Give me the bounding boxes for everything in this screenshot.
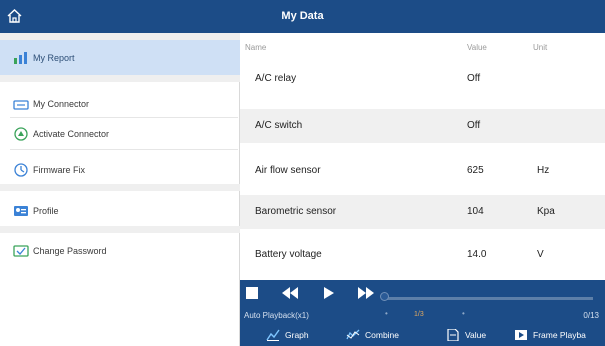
stop-icon[interactable] — [246, 287, 258, 299]
progress-handle[interactable] — [380, 292, 389, 301]
fast-forward-icon[interactable] — [358, 287, 374, 299]
divider — [10, 117, 238, 118]
sidebar-item-label: My Connector — [33, 99, 90, 109]
row-value: Off — [467, 73, 481, 84]
column-header-unit: Unit — [533, 43, 548, 52]
combine-button[interactable]: Combine — [346, 324, 399, 346]
report-icon — [13, 51, 29, 65]
row-value: 104 — [467, 206, 484, 217]
row-name: A/C switch — [255, 120, 303, 131]
frame-counter: 0/13 — [583, 311, 599, 320]
frame-playback-button[interactable]: Frame Playba — [514, 324, 586, 346]
sidebar-item-profile[interactable]: Profile — [0, 201, 240, 221]
row-name: Barometric sensor — [255, 206, 337, 217]
sidebar-item-firmware-fix[interactable]: Firmware Fix — [0, 160, 240, 180]
password-icon — [13, 244, 29, 258]
value-label: Value — [465, 330, 487, 340]
row-value: 14.0 — [467, 249, 487, 260]
page-title: My Data — [281, 10, 324, 22]
table-row[interactable]: Battery voltage 14.0 V — [240, 238, 605, 272]
graph-label: Graph — [285, 330, 309, 340]
value-button[interactable]: Value — [446, 324, 486, 346]
auto-playback-label[interactable]: Auto Playback(x1) — [244, 311, 309, 320]
next-page-indicator[interactable]: • — [462, 309, 465, 318]
value-icon — [446, 329, 460, 341]
prev-page-indicator[interactable]: • — [385, 309, 388, 318]
combine-icon — [346, 329, 360, 341]
table-row[interactable]: Air flow sensor 625 Hz — [240, 154, 605, 188]
frame-playback-icon — [514, 329, 528, 341]
sidebar-item-label: Profile — [33, 206, 59, 216]
sidebar-item-my-report[interactable]: My Report — [0, 40, 240, 75]
sidebar-item-change-password[interactable]: Change Password — [0, 241, 240, 261]
sidebar-item-label: My Report — [33, 52, 75, 63]
table-row[interactable]: Barometric sensor 104 Kpa — [240, 195, 605, 229]
column-header-name: Name — [245, 43, 267, 52]
row-value: 625 — [467, 165, 484, 176]
progress-track[interactable] — [383, 297, 593, 300]
table-header: Name Value Unit — [240, 41, 605, 55]
row-name: Battery voltage — [255, 249, 322, 260]
divider — [10, 149, 238, 150]
row-unit: Kpa — [537, 206, 555, 217]
page-indicator: 1/3 — [414, 311, 424, 318]
rewind-icon[interactable] — [282, 287, 298, 299]
sidebar-item-label: Activate Connector — [33, 129, 110, 139]
table-row[interactable]: A/C relay Off — [240, 62, 605, 96]
sidebar-item-activate-connector[interactable]: Activate Connector — [0, 124, 240, 144]
sidebar-item-label: Change Password — [33, 246, 107, 256]
sidebar-separator — [0, 75, 240, 82]
sidebar-item-label: Firmware Fix — [33, 165, 85, 175]
connector-icon — [13, 97, 29, 111]
top-bar: My Data — [0, 0, 605, 33]
sidebar: My Report My Connector Activate Connecto… — [0, 33, 240, 346]
column-header-value: Value — [467, 43, 487, 52]
frame-playback-label: Frame Playba — [533, 330, 586, 340]
row-name: A/C relay — [255, 73, 297, 84]
table-row[interactable]: A/C switch Off — [240, 109, 605, 143]
firmware-icon — [13, 163, 29, 177]
bottom-toolbar: Graph Combine Value Frame Playba — [240, 324, 605, 346]
profile-icon — [13, 204, 29, 218]
sidebar-separator — [0, 33, 240, 40]
combine-label: Combine — [365, 330, 400, 340]
activate-icon — [13, 127, 29, 141]
sidebar-item-my-connector[interactable]: My Connector — [0, 94, 240, 114]
playback-bar: Auto Playback(x1) • 1/3 • 0/13 — [240, 280, 605, 324]
sidebar-separator — [0, 226, 240, 233]
row-unit: V — [537, 249, 544, 260]
row-value: Off — [467, 120, 481, 131]
graph-button[interactable]: Graph — [266, 324, 309, 346]
row-name: Air flow sensor — [255, 165, 321, 176]
sidebar-separator — [0, 184, 240, 191]
graph-icon — [266, 329, 280, 341]
row-unit: Hz — [537, 165, 550, 176]
play-icon[interactable] — [324, 287, 334, 299]
